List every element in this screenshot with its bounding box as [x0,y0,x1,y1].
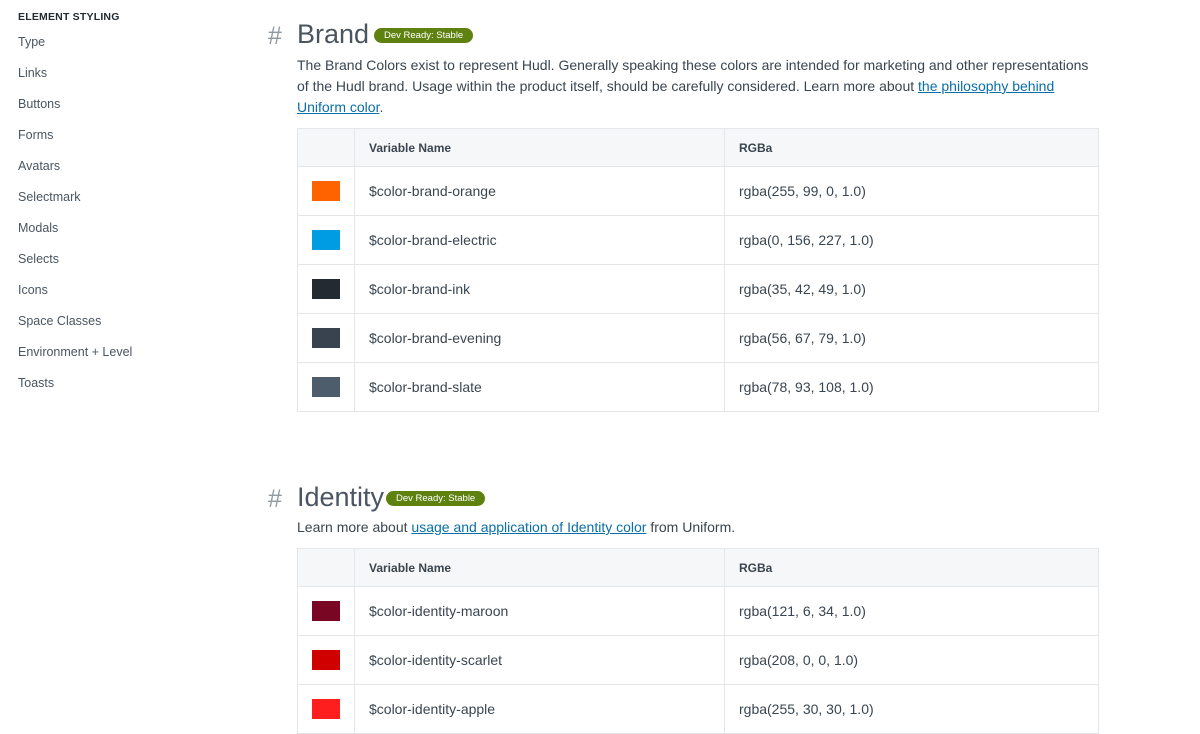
color-swatch [312,601,340,621]
variable-name-cell: $color-brand-electric [354,215,725,265]
color-swatch [312,377,340,397]
table-row: $color-brand-ink rgba(35, 42, 49, 1.0) [297,264,1099,314]
color-swatch [312,699,340,719]
color-swatch [312,230,340,250]
variable-name-cell: $color-brand-slate [354,362,725,412]
table-header-row: Variable Name RGBa [297,128,1099,167]
sidebar-item-buttons[interactable]: Buttons [18,97,60,111]
swatch-cell [297,635,355,685]
sidebar-item-modals[interactable]: Modals [18,221,58,235]
table-row: $color-brand-orange rgba(255, 99, 0, 1.0) [297,166,1099,216]
identity-description: Learn more about usage and application o… [297,517,1102,538]
identity-title: Identity [297,482,385,512]
swatch-column-header [297,128,355,167]
rgba-cell: rgba(35, 42, 49, 1.0) [724,264,1099,314]
color-swatch [312,279,340,299]
status-badge: Dev Ready: Stable [386,491,486,506]
sidebar-item-toasts[interactable]: Toasts [18,376,54,390]
sidebar-item-forms[interactable]: Forms [18,128,53,142]
brand-title: Brand [297,19,370,49]
table-row: $color-brand-slate rgba(78, 93, 108, 1.0) [297,362,1099,412]
sidebar-item-environment-level[interactable]: Environment + Level [18,345,132,359]
variable-name-cell: $color-brand-orange [354,166,725,216]
color-swatch [312,181,340,201]
swatch-cell [297,313,355,363]
swatch-cell [297,362,355,412]
table-row: $color-brand-electric rgba(0, 156, 227, 1… [297,215,1099,265]
anchor-link-icon[interactable]: # [268,22,282,51]
variable-name-cell: $color-identity-scarlet [354,635,725,685]
brand-description: The Brand Colors exist to represent Hudl… [297,55,1102,118]
table-row: $color-identity-apple rgba(255, 30, 30, 1… [297,684,1099,734]
swatch-cell [297,586,355,636]
swatch-cell [297,264,355,314]
variable-name-header: Variable Name [354,548,725,587]
sidebar-item-avatars[interactable]: Avatars [18,159,60,173]
rgba-cell: rgba(255, 30, 30, 1.0) [724,684,1099,734]
table-row: $color-identity-scarlet rgba(208, 0, 0, 1… [297,635,1099,685]
color-swatch [312,650,340,670]
identity-description-text: Learn more about [297,519,412,535]
identity-color-table: Variable Name RGBa $color-identity-maroo… [297,548,1099,734]
status-badge: Dev Ready: Stable [374,28,474,43]
rgba-cell: rgba(0, 156, 227, 1.0) [724,215,1099,265]
sidebar-item-links[interactable]: Links [18,66,47,80]
rgba-header: RGBa [724,128,1099,167]
identity-color-link[interactable]: usage and application of Identity color [411,519,646,535]
sidebar-item-selectmark[interactable]: Selectmark [18,190,81,204]
sidebar-item-selects[interactable]: Selects [18,252,59,266]
color-swatch [312,328,340,348]
rgba-cell: rgba(255, 99, 0, 1.0) [724,166,1099,216]
identity-header: # Identity Dev Ready: Stable [266,482,1106,518]
brand-header: # Brand Dev Ready: Stable [266,19,1106,55]
identity-section: # Identity Dev Ready: Stable Learn more … [266,482,1106,734]
sidebar-item-space-classes[interactable]: Space Classes [18,314,101,328]
table-row: $color-brand-evening rgba(56, 67, 79, 1.0… [297,313,1099,363]
rgba-cell: rgba(78, 93, 108, 1.0) [724,362,1099,412]
rgba-cell: rgba(121, 6, 34, 1.0) [724,586,1099,636]
variable-name-cell: $color-identity-apple [354,684,725,734]
table-header-row: Variable Name RGBa [297,548,1099,587]
table-row: $color-identity-maroon rgba(121, 6, 34, 1… [297,586,1099,636]
swatch-cell [297,684,355,734]
swatch-column-header [297,548,355,587]
brand-description-suffix: . [379,99,384,115]
rgba-cell: rgba(56, 67, 79, 1.0) [724,313,1099,363]
brand-color-table: Variable Name RGBa $color-brand-orange rg… [297,128,1099,412]
variable-name-header: Variable Name [354,128,725,167]
brand-section: # Brand Dev Ready: Stable The Brand Colo… [266,19,1106,412]
anchor-link-icon[interactable]: # [268,485,282,514]
sidebar-item-type[interactable]: Type [18,35,45,49]
rgba-header: RGBa [724,548,1099,587]
variable-name-cell: $color-brand-ink [354,264,725,314]
rgba-cell: rgba(208, 0, 0, 1.0) [724,635,1099,685]
swatch-cell [297,215,355,265]
sidebar-item-icons[interactable]: Icons [18,283,48,297]
sidebar-heading: ELEMENT STYLING [18,11,120,23]
identity-description-suffix: from Uniform. [646,519,736,535]
variable-name-cell: $color-identity-maroon [354,586,725,636]
variable-name-cell: $color-brand-evening [354,313,725,363]
swatch-cell [297,166,355,216]
